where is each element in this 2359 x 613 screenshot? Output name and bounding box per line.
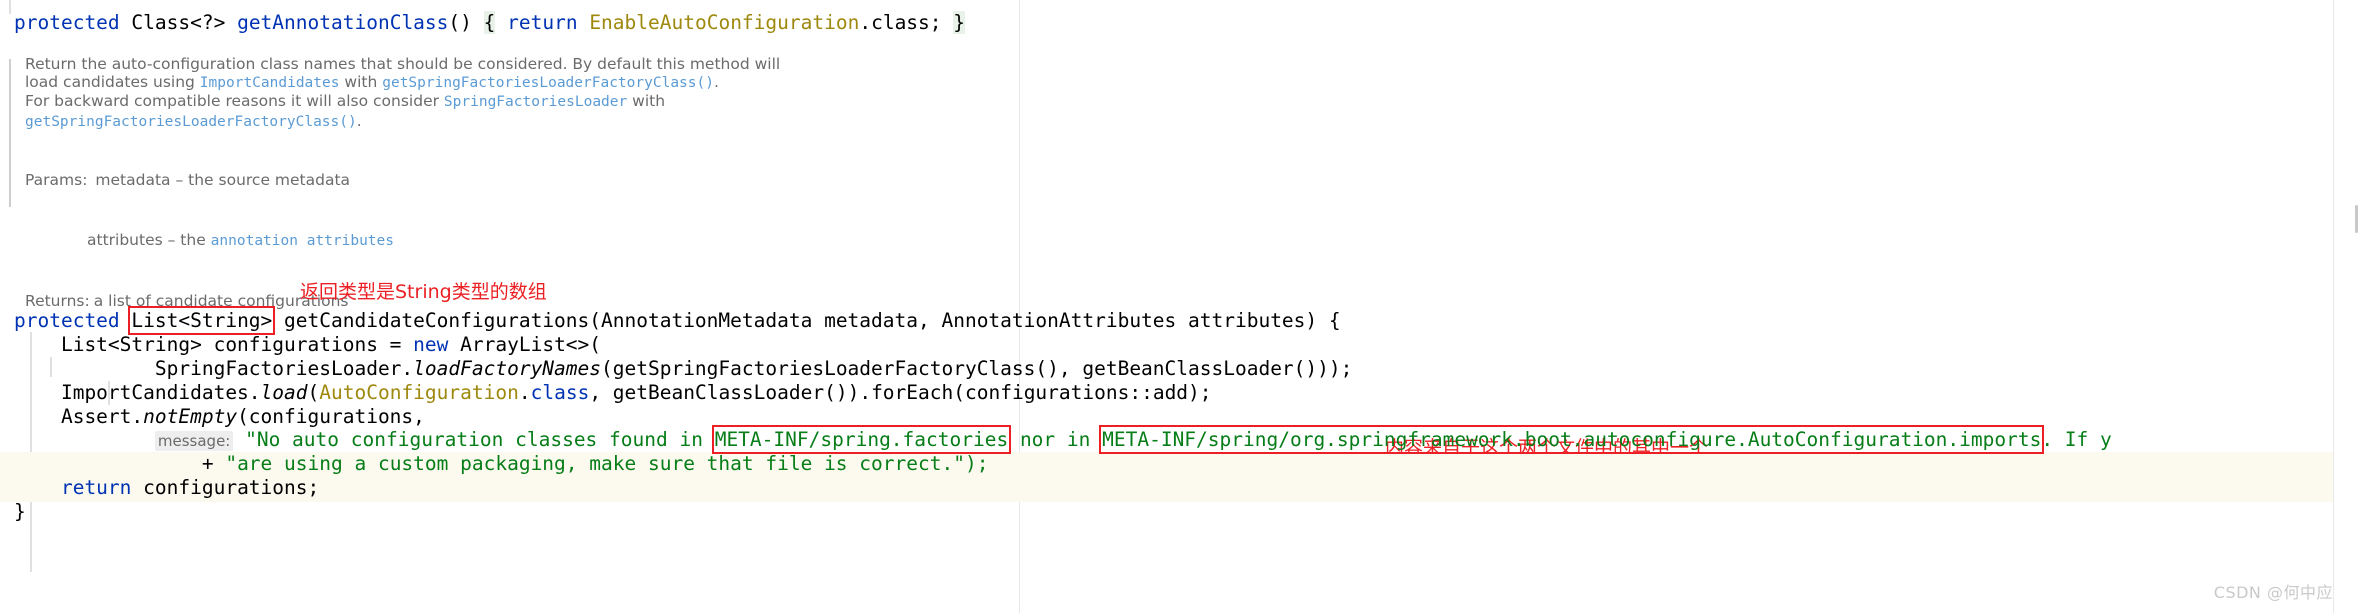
signature-method-and-params: getCandidateConfigurations(AnnotationMet… (272, 309, 1341, 332)
javadoc-param-1-dash: – (170, 171, 189, 189)
javadoc-text-b3: . (713, 73, 719, 92)
redbox-autoconfiguration-imports-path (1099, 425, 2045, 454)
keyword-protected: protected (14, 11, 120, 34)
javadoc-popup-block: Return the auto-configuration class name… (0, 55, 1019, 310)
continuation-indent (14, 452, 202, 475)
javadoc-param-2-desc: the (180, 231, 211, 249)
dot-separator: . (518, 381, 531, 404)
javadoc-param-1-name: metadata (95, 171, 171, 189)
javadoc-line-2: load candidates using ImportCandidates w… (25, 73, 1005, 92)
keyword-return-2: return (14, 476, 132, 499)
javadoc-line-3: For backward compatible reasons it will … (25, 92, 1005, 111)
watermark-csdn: CSDN @何中应 (2213, 583, 2333, 602)
javadoc-param-1-desc: the source metadata (188, 171, 351, 189)
javadoc-line-1: Return the auto-configuration class name… (25, 55, 1005, 73)
identifier-auto-configuration: AutoConfiguration (319, 381, 519, 404)
parameter-hint-message-label: message: (154, 431, 234, 451)
brace-open-highlight: { (483, 11, 496, 34)
code-line-get-annotation-class[interactable]: protected Class<?> getAnnotationClass() … (14, 11, 966, 35)
return-value-configurations: configurations; (131, 476, 320, 499)
editor-right-margin-rule-2 (2333, 0, 2334, 613)
javadoc-text-b: load candidates using (25, 73, 200, 92)
javadoc-link-annotation-attributes[interactable]: annotation attributes (211, 233, 394, 249)
method-name-get-annotation-class: getAnnotationClass (237, 11, 449, 34)
redbox-return-type (128, 306, 276, 335)
decl-lead: List<String> configurations = (14, 333, 414, 356)
paren-open: ( (307, 381, 320, 404)
method-not-empty: notEmpty (143, 405, 238, 428)
code-line-closing-brace[interactable]: } (14, 500, 26, 524)
method-parens: () (448, 11, 484, 34)
javadoc-left-rule (9, 59, 11, 207)
import-candidates-class: ImportCandidates. (14, 381, 261, 404)
keyword-protected-2: protected (14, 309, 132, 332)
type-class-wildcard: Class<?> (119, 11, 238, 34)
import-candidates-tail: , getBeanClassLoader()).forEach(configur… (589, 381, 1212, 404)
javadoc-params-label: Params: (25, 171, 88, 189)
code-line-configurations-decl[interactable]: List<String> configurations = new ArrayL… (14, 333, 601, 357)
javadoc-text-c: For backward compatible reasons it will … (25, 92, 444, 111)
brace-close-highlight: } (953, 11, 966, 34)
javadoc-param-2-dash: – (162, 231, 181, 249)
javadoc-returns-label: Returns: (25, 292, 90, 310)
annotation-return-type-note: 返回类型是String类型的数组 (300, 281, 547, 303)
javadoc-params-row-2: attributes – the annotation attributes (25, 230, 394, 251)
plus-operator: + (201, 452, 226, 475)
code-line-assert-not-empty[interactable]: Assert.notEmpty(configurations, (14, 405, 425, 429)
javadoc-text-a: Return the auto-configuration class name… (25, 55, 781, 73)
editor-right-margin-rule-1 (1019, 0, 1020, 613)
javadoc-param-2-name: attributes (87, 231, 163, 249)
keyword-return: return (495, 11, 590, 34)
decl-tail-arraylist: ArrayList<>( (448, 333, 602, 356)
dot-class-literal: .class (859, 11, 930, 34)
message-string-part-3: . If y (2041, 428, 2112, 451)
javadoc-text-d2: . (356, 111, 362, 130)
javadoc-link-get-spring-factories-loader-factory-class-2[interactable]: getSpringFactoriesLoaderFactoryClass() (25, 114, 357, 130)
editor-scrollbar-thumb[interactable] (2355, 205, 2358, 233)
keyword-class: class (530, 381, 590, 404)
continuation-string: "are using a custom packaging, make sure… (225, 452, 989, 475)
code-block-guide-top (9, 0, 11, 14)
keyword-new: new (413, 333, 449, 356)
method-load-factory-names: loadFactoryNames (413, 357, 602, 380)
message-string-part-2: nor in (1008, 428, 1103, 451)
javadoc-link-import-candidates[interactable]: ImportCandidates (200, 75, 340, 91)
spring-factories-loader-class: SpringFactoriesLoader. (14, 357, 414, 380)
code-editor-viewport[interactable]: protected Class<?> getAnnotationClass() … (0, 0, 2359, 613)
method-load: load (260, 381, 308, 404)
javadoc-description: Return the auto-configuration class name… (25, 55, 1005, 131)
message-indent (14, 428, 155, 451)
identifier-enable-auto-configuration: EnableAutoConfiguration (589, 11, 860, 34)
code-line-spring-factories-loader[interactable]: SpringFactoriesLoader.loadFactoryNames(g… (14, 357, 1353, 381)
redbox-spring-factories-path (711, 425, 1012, 454)
spring-factories-loader-args: (getSpringFactoriesLoaderFactoryClass(),… (601, 357, 1353, 380)
javadoc-line-4: getSpringFactoriesLoaderFactoryClass(). (25, 112, 1005, 131)
javadoc-params-row-1: Params: metadata – the source metadata (25, 170, 394, 190)
code-line-import-candidates[interactable]: ImportCandidates.load(AutoConfiguration.… (14, 381, 1212, 405)
semicolon: ; (929, 11, 954, 34)
assert-class: Assert. (14, 405, 144, 428)
message-string-part-1: "No auto configuration classes found in (233, 428, 715, 451)
javadoc-text-c2: with (627, 92, 666, 111)
code-line-message-continuation[interactable]: + "are using a custom packaging, make su… (14, 452, 989, 476)
assert-args: (configurations, (237, 405, 425, 428)
code-line-return-configurations[interactable]: return configurations; (14, 476, 319, 500)
javadoc-link-get-spring-factories-loader-factory-class[interactable]: getSpringFactoriesLoaderFactoryClass() (382, 75, 714, 91)
javadoc-link-spring-factories-loader[interactable]: SpringFactoriesLoader (444, 94, 627, 110)
javadoc-text-b2: with (339, 73, 383, 92)
